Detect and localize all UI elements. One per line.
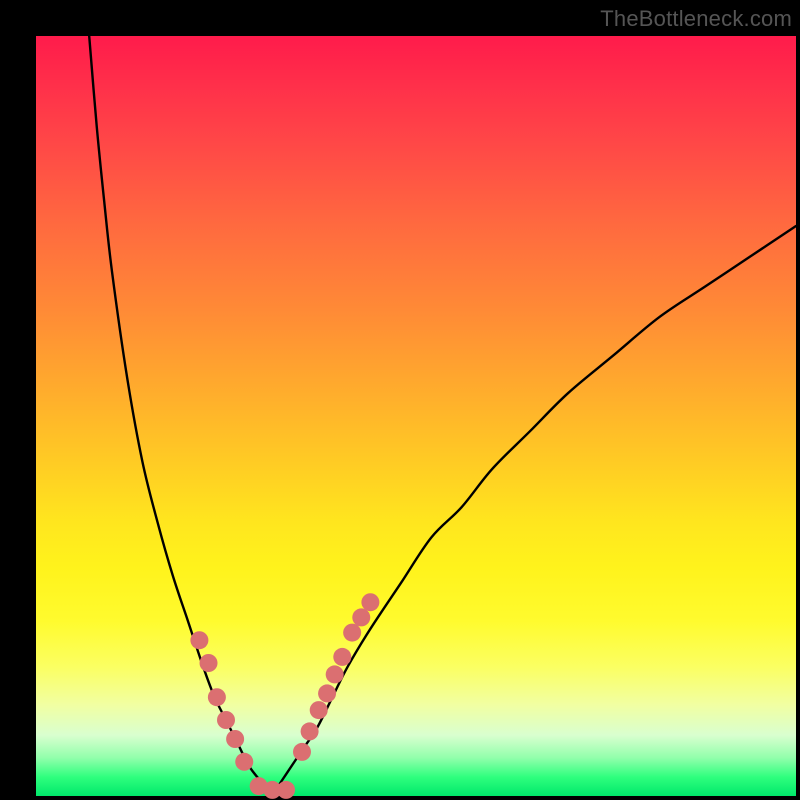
highlight-dot	[352, 608, 370, 626]
highlight-dot	[208, 688, 226, 706]
highlight-dot	[293, 743, 311, 761]
highlight-dot	[343, 624, 361, 642]
highlight-dot	[217, 711, 235, 729]
highlight-dot	[235, 753, 253, 771]
highlight-dot	[318, 684, 336, 702]
curve-left	[89, 36, 271, 796]
highlight-dot	[190, 631, 208, 649]
highlight-dot	[200, 654, 218, 672]
watermark-text: TheBottleneck.com	[600, 6, 792, 32]
highlight-dot	[277, 781, 295, 799]
highlight-dot	[226, 730, 244, 748]
highlight-dot	[310, 701, 328, 719]
plot-area	[36, 36, 796, 796]
curve-right	[272, 226, 796, 796]
highlight-dots-group	[190, 593, 379, 799]
chart-frame: TheBottleneck.com	[0, 0, 800, 800]
highlight-dot	[361, 593, 379, 611]
highlight-dot	[326, 665, 344, 683]
chart-svg	[36, 36, 796, 796]
highlight-dot	[333, 648, 351, 666]
highlight-dot	[301, 722, 319, 740]
